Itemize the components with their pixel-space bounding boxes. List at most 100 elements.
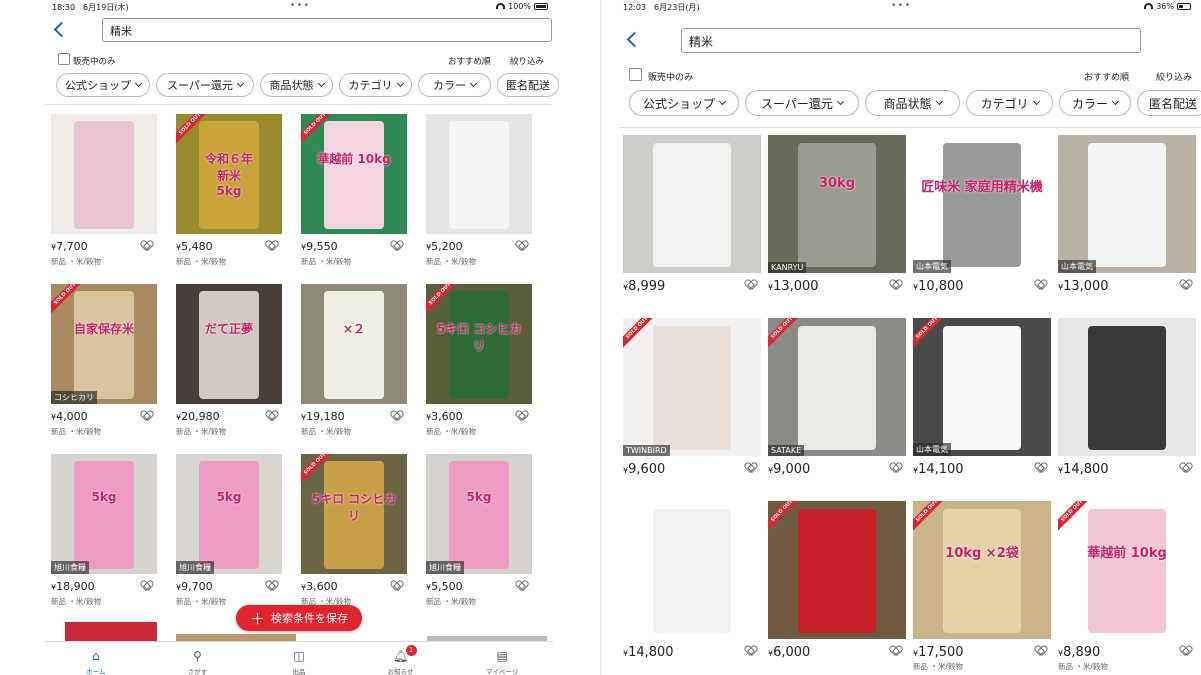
product-image[interactable]: 5キロ コシヒカリ SOLD OUT	[301, 454, 407, 574]
product-image[interactable]	[426, 114, 532, 234]
like-heart-icon[interactable]	[393, 241, 402, 249]
product-card[interactable]: ¥8,999	[623, 135, 761, 313]
filter-chip[interactable]: カラー	[1059, 90, 1131, 116]
on-sale-checkbox[interactable]	[58, 53, 70, 65]
product-image[interactable]: だて正夢	[176, 284, 282, 404]
filter-chip[interactable]: 商品状態	[260, 73, 333, 97]
save-search-button[interactable]: ＋ 検索条件を保存	[236, 605, 362, 631]
like-heart-icon[interactable]	[892, 280, 901, 288]
like-heart-icon[interactable]	[1037, 646, 1046, 654]
search-input[interactable]: 精米	[102, 18, 552, 42]
like-heart-icon[interactable]	[747, 646, 756, 654]
product-image[interactable]: 山本電気	[1058, 135, 1196, 273]
product-card[interactable]: SOLD OUT ¥6,000	[768, 501, 906, 675]
filter-chip[interactable]: カテゴリ	[966, 90, 1053, 116]
product-card[interactable]: 5kg 旭川食糧 ¥9,700 新品 ・米/穀物	[176, 454, 282, 614]
product-card[interactable]: ¥14,800	[623, 501, 761, 675]
like-heart-icon[interactable]	[1037, 280, 1046, 288]
filter-button[interactable]: 絞り込み	[1156, 70, 1192, 83]
product-image[interactable]: SOLD OUT	[768, 501, 906, 639]
product-card[interactable]: 自家保存米 SOLD OUT コシヒカリ ¥4,000 新品 ・米/穀物	[51, 284, 157, 444]
like-heart-icon[interactable]	[1182, 646, 1191, 654]
filter-chip[interactable]: カテゴリ	[339, 73, 412, 97]
like-heart-icon[interactable]	[1182, 463, 1191, 471]
back-button[interactable]	[52, 20, 68, 40]
product-card[interactable]: ¥7,700 新品 ・米/穀物	[51, 114, 157, 274]
product-card[interactable]: 30kg KANRYU ¥13,000	[768, 135, 906, 313]
product-image[interactable]: 5kg 旭川食糧	[176, 454, 282, 574]
filter-chip[interactable]: カラー	[418, 73, 491, 97]
product-image[interactable]: ×２	[301, 284, 407, 404]
product-image[interactable]: 10kg ×2袋 SOLD OUT	[913, 501, 1051, 639]
product-image[interactable]: SOLD OUT TWINBIRD	[623, 318, 761, 456]
filter-chip[interactable]: 匿名配送	[497, 73, 559, 97]
like-heart-icon[interactable]	[518, 241, 527, 249]
tab-profile[interactable]: ▤ マイページ	[451, 642, 553, 675]
product-image[interactable]	[623, 501, 761, 639]
filter-chip[interactable]: 匿名配送	[1137, 90, 1201, 116]
like-heart-icon[interactable]	[747, 280, 756, 288]
filter-chip[interactable]: 公式ショップ	[56, 73, 150, 97]
like-heart-icon[interactable]	[393, 581, 402, 589]
like-heart-icon[interactable]	[143, 411, 152, 419]
like-heart-icon[interactable]	[268, 581, 277, 589]
product-image[interactable]: 華越前 10kg SOLD OUT	[1058, 501, 1196, 639]
product-image[interactable]: 5kg 旭川食糧	[426, 454, 532, 574]
back-button[interactable]	[625, 30, 643, 52]
product-card[interactable]: SOLD OUT TWINBIRD ¥9,600	[623, 318, 761, 496]
product-card[interactable]: 5キロ コシヒカリ SOLD OUT ¥3,600 新品 ・米/穀物	[301, 454, 407, 614]
product-image[interactable]: 5キロ コシヒカリ SOLD OUT	[426, 284, 532, 404]
like-heart-icon[interactable]	[143, 581, 152, 589]
tab-bell[interactable]: 🔔︎ お知らせ 1	[350, 642, 452, 675]
like-heart-icon[interactable]	[1182, 280, 1191, 288]
sort-button[interactable]: おすすめ順	[1084, 70, 1129, 83]
product-card[interactable]: ¥5,200 新品 ・米/穀物	[426, 114, 532, 274]
like-heart-icon[interactable]	[268, 411, 277, 419]
like-heart-icon[interactable]	[143, 241, 152, 249]
tab-camera[interactable]: ◫ 出品	[248, 642, 350, 675]
product-card[interactable]: 5kg 旭川食糧 ¥18,900 新品 ・米/穀物	[51, 454, 157, 614]
filter-chip[interactable]: スーパー還元	[745, 90, 859, 116]
like-heart-icon[interactable]	[1037, 463, 1046, 471]
filter-chip[interactable]: スーパー還元	[156, 73, 254, 97]
product-image[interactable]: 5kg 旭川食糧	[51, 454, 157, 574]
product-image[interactable]: 令和６年 新米 5kg SOLD OUT	[176, 114, 282, 234]
tab-home[interactable]: ⌂ ホーム	[45, 642, 147, 675]
product-image[interactable]	[1058, 318, 1196, 456]
product-image-partial[interactable]	[65, 622, 157, 642]
product-card[interactable]: 10kg ×2袋 SOLD OUT ¥17,500 新品 ・米/穀物	[913, 501, 1051, 675]
filter-chip[interactable]: 商品状態	[865, 90, 960, 116]
like-heart-icon[interactable]	[268, 241, 277, 249]
like-heart-icon[interactable]	[892, 646, 901, 654]
product-image[interactable]: SOLD OUT SATAKE	[768, 318, 906, 456]
product-card[interactable]: 華越前 10kg SOLD OUT ¥9,550 新品 ・米/穀物	[301, 114, 407, 274]
tab-search[interactable]: ⚲ さがす	[147, 642, 249, 675]
like-heart-icon[interactable]	[747, 463, 756, 471]
product-image[interactable]	[51, 114, 157, 234]
like-heart-icon[interactable]	[518, 581, 527, 589]
product-card[interactable]: だて正夢 ¥20,980 新品 ・米/穀物	[176, 284, 282, 444]
multitask-dots-icon[interactable]: •••	[290, 0, 311, 11]
like-heart-icon[interactable]	[393, 411, 402, 419]
product-card[interactable]: SOLD OUT 山本電気 ¥14,100	[913, 318, 1051, 496]
product-image[interactable]: 自家保存米 SOLD OUT コシヒカリ	[51, 284, 157, 404]
product-card[interactable]: 山本電気 ¥13,000	[1058, 135, 1196, 313]
product-card[interactable]: 匠味米 家庭用精米機 山本電気 ¥10,800	[913, 135, 1051, 313]
product-image[interactable]: 匠味米 家庭用精米機 山本電気	[913, 135, 1051, 273]
filter-chip[interactable]: 公式ショップ	[629, 90, 739, 116]
like-heart-icon[interactable]	[892, 463, 901, 471]
product-card[interactable]: 華越前 10kg SOLD OUT ¥8,890 新品 ・米/穀物	[1058, 501, 1196, 675]
product-card[interactable]: SOLD OUT SATAKE ¥9,000	[768, 318, 906, 496]
filter-button[interactable]: 絞り込み	[510, 55, 544, 67]
product-card[interactable]: ×２ ¥19,180 新品 ・米/穀物	[301, 284, 407, 444]
product-image[interactable]: 30kg KANRYU	[768, 135, 906, 273]
search-input[interactable]: 精米	[681, 28, 1141, 53]
like-heart-icon[interactable]	[518, 411, 527, 419]
product-card[interactable]: 令和６年 新米 5kg SOLD OUT ¥5,480 新品 ・米/穀物	[176, 114, 282, 274]
multitask-dots-icon[interactable]: •••	[891, 0, 912, 11]
product-card[interactable]: 5kg 旭川食糧 ¥5,500 新品 ・米/穀物	[426, 454, 532, 614]
on-sale-checkbox[interactable]	[629, 68, 642, 81]
product-card[interactable]: 5キロ コシヒカリ SOLD OUT ¥3,600 新品 ・米/穀物	[426, 284, 532, 444]
product-image[interactable]	[623, 135, 761, 273]
product-image[interactable]: 華越前 10kg SOLD OUT	[301, 114, 407, 234]
